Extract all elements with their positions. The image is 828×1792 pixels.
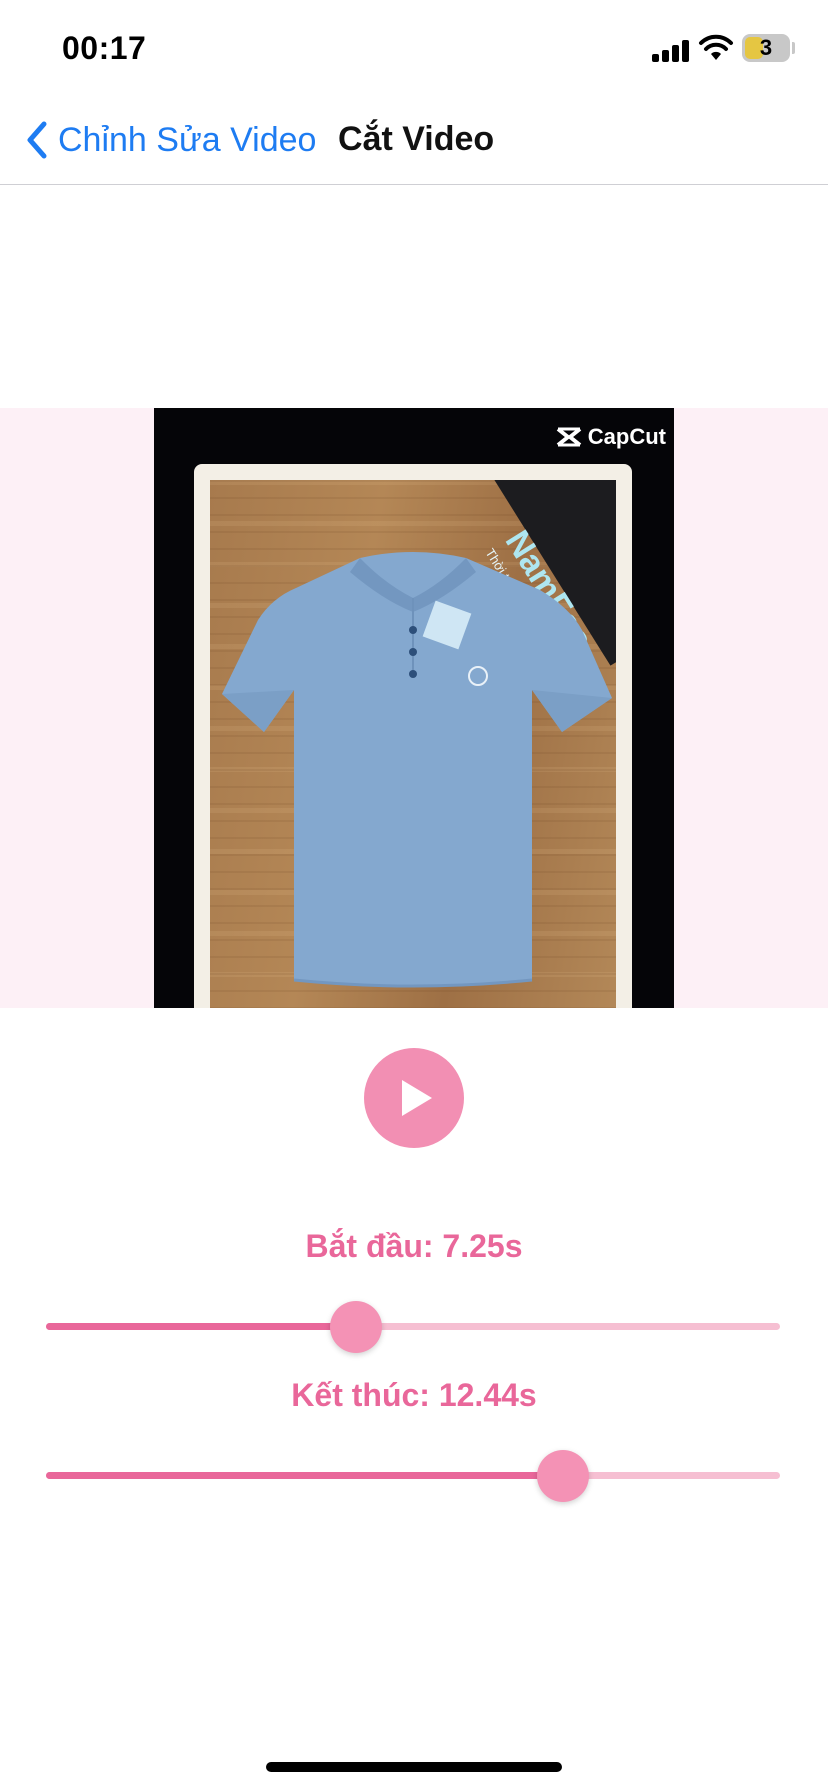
status-time: 00:17: [62, 30, 147, 66]
back-button-label: Chỉnh Sửa Video: [58, 120, 317, 159]
start-time-label: Bắt đầu: 7.25s: [305, 1228, 523, 1264]
end-time-label: Kết thúc: 12.44s: [291, 1377, 537, 1413]
start-time-slider[interactable]: [46, 1299, 780, 1355]
chevron-left-icon: [27, 121, 47, 159]
end-slider-thumb[interactable]: [536, 1450, 589, 1502]
page-title: Cắt Video: [338, 120, 495, 158]
capcut-watermark-text: CapCut: [587, 424, 666, 449]
status-bar: 00:17 3: [0, 0, 828, 96]
end-time-slider[interactable]: [46, 1448, 780, 1504]
battery-icon: 3: [742, 34, 790, 62]
start-slider-thumb[interactable]: [330, 1301, 383, 1353]
play-button[interactable]: [364, 1048, 464, 1148]
slider-fill: [46, 1323, 357, 1330]
home-indicator: [266, 1762, 562, 1772]
polo-shirt-image: [222, 552, 612, 988]
battery-tip: [792, 42, 795, 54]
wifi-icon: [699, 34, 733, 60]
back-button[interactable]: Chỉnh Sửa Video: [22, 116, 316, 164]
slider-fill: [46, 1472, 563, 1479]
play-icon: [402, 1080, 432, 1116]
capcut-watermark: CapCut: [556, 422, 666, 452]
video-player[interactable]: CapCut NamFas Thời trang nam cao cấp xu: [154, 408, 674, 1008]
navigation-bar: Chỉnh Sửa Video Cắt Video: [0, 96, 828, 185]
product-photo: NamFas Thời trang nam cao cấp xu: [210, 480, 616, 1008]
cellular-signal-icon: [652, 38, 692, 62]
capcut-logo-icon: [556, 427, 582, 447]
battery-level: 3: [759, 35, 773, 60]
